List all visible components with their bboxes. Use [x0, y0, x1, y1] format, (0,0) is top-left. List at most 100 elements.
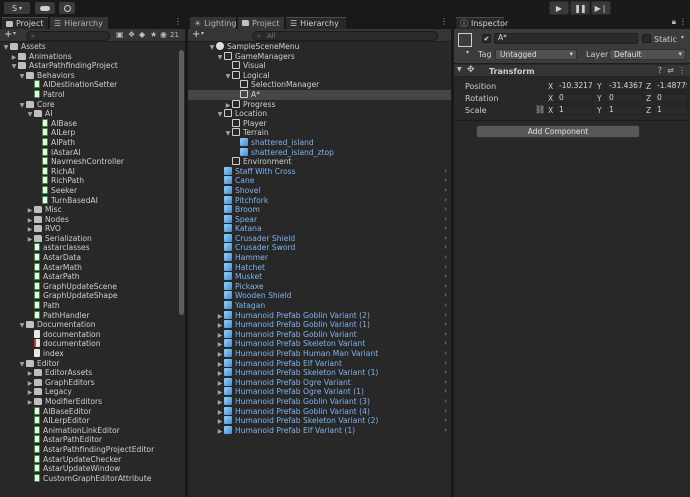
tree-row[interactable]: ▼ Terrain: [188, 128, 451, 138]
tree-row[interactable]: Katana ›: [188, 224, 451, 234]
tree-row[interactable]: Spear ›: [188, 214, 451, 225]
tree-row[interactable]: ▼ SampleSceneMenu: [188, 42, 451, 52]
open-prefab-chevron-icon[interactable]: ›: [444, 368, 447, 378]
open-prefab-chevron-icon[interactable]: ›: [444, 176, 447, 186]
rotation-z-field[interactable]: 0: [653, 93, 688, 103]
open-prefab-chevron-icon[interactable]: ›: [444, 186, 447, 196]
chevron-down-icon[interactable]: ▾: [466, 49, 469, 56]
tree-row[interactable]: shattered_island_ztop: [188, 147, 451, 158]
tree-row[interactable]: Musket ›: [188, 272, 451, 282]
tree-row[interactable]: Visual: [188, 61, 451, 71]
tree-row[interactable]: ▼ AstarPathfindingProject: [0, 61, 185, 71]
open-prefab-chevron-icon[interactable]: ›: [444, 167, 447, 177]
tab-project[interactable]: Project: [2, 17, 48, 29]
project-search-input[interactable]: ⌕: [26, 31, 110, 41]
tree-row[interactable]: ▼ Logical: [188, 70, 451, 81]
open-prefab-chevron-icon[interactable]: ›: [444, 330, 447, 340]
rotation-x-field[interactable]: 0: [555, 93, 593, 103]
tree-row[interactable]: ▶ ModifierEditors: [0, 397, 185, 407]
tree-row[interactable]: shattered_island: [188, 137, 451, 148]
tree-row[interactable]: AILerp: [0, 128, 185, 138]
position-x-field[interactable]: -10.32176: [555, 81, 593, 91]
project-scrollbar[interactable]: [179, 50, 184, 315]
more-options-icon[interactable]: ⋮: [440, 17, 448, 26]
open-prefab-chevron-icon[interactable]: ›: [444, 349, 447, 359]
chevron-down-icon[interactable]: ▾: [681, 34, 684, 41]
tree-row[interactable]: ▶ Progress: [188, 99, 451, 110]
tree-row[interactable]: ▶ Humanoid Prefab Skeleton Variant ›: [188, 339, 451, 349]
open-prefab-chevron-icon[interactable]: ›: [444, 397, 447, 407]
tree-row[interactable]: ▶ EditorAssets: [0, 368, 185, 378]
open-prefab-chevron-icon[interactable]: ›: [444, 359, 447, 369]
tree-row[interactable]: AIBase: [0, 118, 185, 129]
tree-row[interactable]: Crusader Shield ›: [188, 233, 451, 244]
tree-row[interactable]: Path: [0, 301, 185, 311]
open-prefab-chevron-icon[interactable]: ›: [444, 224, 447, 234]
tag-dropdown[interactable]: Untagged: [495, 49, 577, 60]
scale-z-field[interactable]: 1: [653, 105, 688, 115]
tree-row[interactable]: ▼ Documentation: [0, 320, 185, 330]
favorite-icon[interactable]: ★: [150, 30, 157, 39]
hidden-packages-icon[interactable]: ◉: [160, 30, 167, 39]
more-options-icon[interactable]: ⋮: [174, 17, 182, 26]
transform-header[interactable]: ▼ ✥ Transform ? ⇌ ⋮: [454, 65, 690, 77]
open-prefab-chevron-icon[interactable]: ›: [444, 311, 447, 321]
tree-row[interactable]: ▶ Humanoid Prefab Ogre Variant (1) ›: [188, 387, 451, 397]
tree-row[interactable]: ▶ Legacy: [0, 387, 185, 397]
tree-row[interactable]: ▶ Humanoid Prefab Goblin Variant (4) ›: [188, 406, 451, 417]
tree-row[interactable]: GraphUpdateShape: [0, 291, 185, 301]
open-prefab-chevron-icon[interactable]: ›: [444, 243, 447, 253]
tree-row[interactable]: RichPath: [0, 176, 185, 186]
open-prefab-chevron-icon[interactable]: ›: [444, 234, 447, 244]
tree-row[interactable]: ▶ Humanoid Prefab Elf Variant (1) ›: [188, 425, 451, 436]
open-prefab-chevron-icon[interactable]: ›: [444, 272, 447, 282]
open-prefab-chevron-icon[interactable]: ›: [444, 320, 447, 330]
tree-row[interactable]: ▼ Core: [0, 100, 185, 110]
tree-row[interactable]: Shovel ›: [188, 185, 451, 196]
tree-row[interactable]: Cane ›: [188, 176, 451, 186]
chevron-down-icon[interactable]: ▼: [457, 66, 462, 73]
open-prefab-chevron-icon[interactable]: ›: [444, 387, 447, 397]
cloud-button[interactable]: [35, 2, 55, 14]
tree-row[interactable]: ▼ Location: [188, 109, 451, 119]
tree-row[interactable]: Pitchfork ›: [188, 195, 451, 206]
open-prefab-chevron-icon[interactable]: ›: [444, 282, 447, 292]
tree-row[interactable]: NavmeshController: [0, 157, 185, 167]
tree-row[interactable]: astarclasses: [0, 243, 185, 253]
static-checkbox[interactable]: [642, 34, 651, 43]
scale-y-field[interactable]: 1: [605, 105, 643, 115]
label-filter-icon[interactable]: ◆: [139, 30, 145, 39]
tree-row[interactable]: Hammer ›: [188, 253, 451, 263]
tree-row[interactable]: ▶ Humanoid Prefab Ogre Variant ›: [188, 377, 451, 388]
type-filter-icon[interactable]: ❖: [128, 30, 135, 39]
tree-row[interactable]: Wooden Shield ›: [188, 291, 451, 301]
tree-row[interactable]: documentation: [0, 339, 185, 349]
tree-row[interactable]: ▶ Humanoid Prefab Skeleton Variant (1) ›: [188, 368, 451, 378]
tree-row[interactable]: index: [0, 349, 185, 359]
open-prefab-chevron-icon[interactable]: ›: [444, 215, 447, 225]
tree-row[interactable]: ▼ Assets: [0, 42, 185, 52]
tree-row[interactable]: ▼ Editor: [0, 359, 185, 369]
tree-row[interactable]: ▶ RVO: [0, 224, 185, 234]
tree-row[interactable]: AstarPathfindingProjectEditor: [0, 444, 185, 455]
tab-lighting[interactable]: ☀ Lighting: [190, 17, 237, 29]
tree-row[interactable]: ▶ Humanoid Prefab Skeleton Variant (2) ›: [188, 416, 451, 426]
tree-row[interactable]: Broom ›: [188, 205, 451, 215]
add-button[interactable]: +: [4, 29, 12, 40]
tree-row[interactable]: ▶ Humanoid Prefab Goblin Variant (1) ›: [188, 320, 451, 330]
rotation-y-field[interactable]: 0: [605, 93, 643, 103]
add-component-button[interactable]: Add Component: [476, 125, 640, 138]
scene-filter-icon[interactable]: ▣: [116, 30, 124, 39]
account-button[interactable]: S ▾: [4, 2, 30, 14]
step-button[interactable]: ▶❘: [591, 1, 611, 15]
tree-row[interactable]: documentation: [0, 329, 185, 340]
add-button[interactable]: +: [192, 29, 200, 40]
tree-row[interactable]: AstarUpdateWindow: [0, 464, 185, 474]
tab-project-2[interactable]: Project: [238, 17, 284, 29]
tree-row[interactable]: Patrol: [0, 89, 185, 100]
tree-row[interactable]: AIDestinationSetter: [0, 80, 185, 90]
open-prefab-chevron-icon[interactable]: ›: [444, 416, 447, 426]
tree-row[interactable]: ▶ Serialization: [0, 234, 185, 244]
position-y-field[interactable]: -31.4367: [605, 81, 643, 91]
more-options-icon[interactable]: ⋮: [678, 66, 686, 75]
